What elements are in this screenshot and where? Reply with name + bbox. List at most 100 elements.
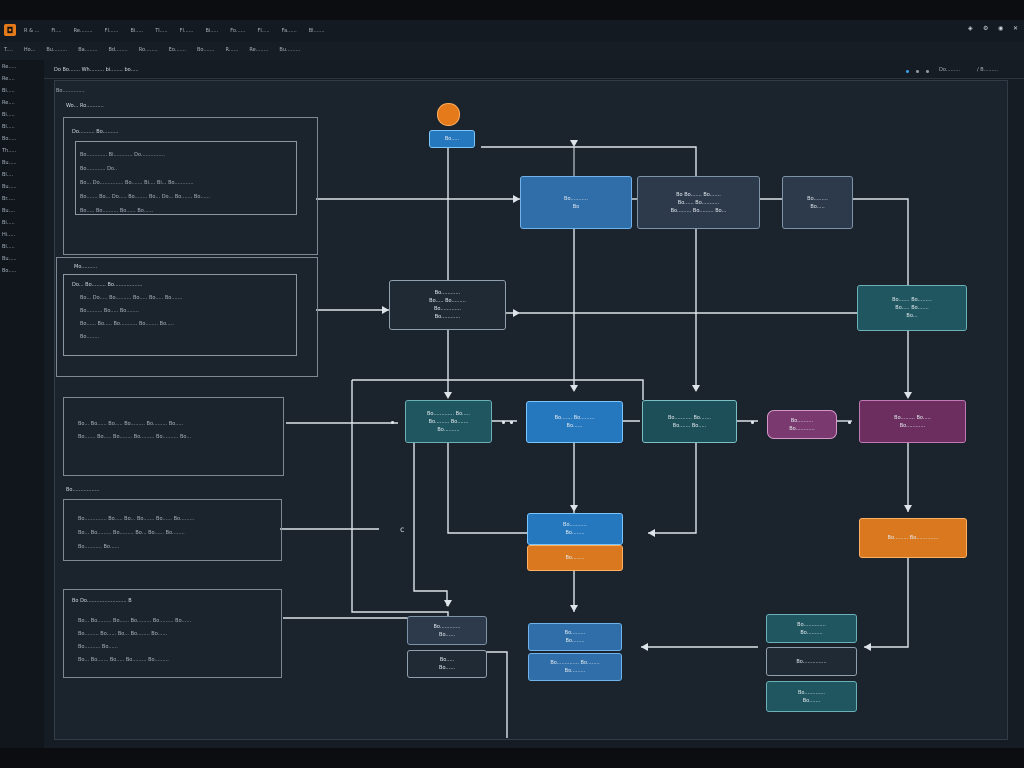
menu-item[interactable]: Bl....... xyxy=(309,28,325,34)
connector-dot xyxy=(848,421,851,424)
node-label: Bo........ xyxy=(565,555,585,561)
sidebar-item[interactable]: Bo..... xyxy=(2,268,17,274)
process-node[interactable]: Bo........... Bo....... Bo....... Bo....… xyxy=(642,400,737,443)
tab[interactable]: T.... xyxy=(4,47,13,53)
process-node[interactable]: Bo.............. Bo........ Bo......... xyxy=(528,653,622,681)
process-node[interactable]: Bo Bo....... Bo....... Bo...... Bo......… xyxy=(637,176,760,229)
process-node[interactable]: Bo..... Bo...... xyxy=(407,650,487,678)
node-label: Bo.......... xyxy=(437,426,460,433)
sidebar-item[interactable]: Bl..... xyxy=(2,124,17,130)
group-label: Do.......... Bo.......... xyxy=(72,129,119,135)
menu-item[interactable]: Fa...... xyxy=(282,28,297,34)
process-node[interactable]: Bo............. Bo...... xyxy=(407,616,487,645)
sidebar-item[interactable]: Bu..... xyxy=(2,184,17,190)
sidebar-item[interactable]: Bu..... xyxy=(2,256,17,262)
tab[interactable]: Bu......... xyxy=(46,47,67,53)
shield-icon[interactable]: ◈ xyxy=(968,26,974,32)
tab[interactable]: Eo....... xyxy=(169,47,186,53)
list-item: Bo.......... Bo..... Bo........ xyxy=(80,308,139,314)
list-item: Bo... Bo......... Bo......... Bo... Bo..… xyxy=(78,530,185,536)
tab[interactable]: R...... xyxy=(226,47,239,53)
group-label: Bo Do......................... B xyxy=(72,598,132,604)
menu-item[interactable]: Tl..... xyxy=(155,28,167,34)
node-label: Bo............. xyxy=(433,306,462,312)
tab[interactable]: Bu......... xyxy=(279,47,300,53)
node-label: Bo xyxy=(572,203,580,210)
node-label: Bo.............. Bo........ xyxy=(550,660,600,666)
tab[interactable]: Bd........ xyxy=(108,47,127,53)
start-node[interactable]: Bo..... xyxy=(429,130,475,148)
sidebar-item[interactable]: Re.... xyxy=(2,76,17,82)
menu-item[interactable]: R & ... xyxy=(24,28,39,34)
panel-right-label[interactable]: Do......... xyxy=(939,67,960,73)
end-node[interactable]: Bo......... Bo.............. xyxy=(859,518,967,558)
menu-item[interactable]: Fi.... xyxy=(51,28,61,34)
sidebar-item[interactable]: Re.... xyxy=(2,100,17,106)
sidebar-item[interactable]: Th..... xyxy=(2,148,17,154)
node-label: Bo.......... xyxy=(790,417,814,424)
settings-icon[interactable]: ⚙ xyxy=(983,26,989,32)
process-node[interactable]: Bo............. Bo....... xyxy=(766,681,857,712)
node-label: Bo......... Bo.............. xyxy=(887,535,939,541)
tab[interactable]: Re........ xyxy=(249,47,268,53)
sidebar-item[interactable]: Bu.... xyxy=(2,208,17,214)
status-dot-icon xyxy=(916,70,919,73)
panel-right-label[interactable]: / B......... xyxy=(977,67,998,73)
node-label: Bo............. xyxy=(433,623,461,630)
node-label: Bo...... xyxy=(439,631,455,638)
close-icon[interactable]: ✕ xyxy=(1013,26,1019,32)
menu-item[interactable]: Fl...... xyxy=(105,28,119,34)
start-node-icon[interactable] xyxy=(437,103,460,126)
process-node[interactable]: Bo......... Bo..... Bo............ xyxy=(859,400,966,443)
sidebar-item[interactable]: Bl.... xyxy=(2,172,17,178)
status-dot-icon xyxy=(906,70,909,73)
menu-item[interactable]: Bi..... xyxy=(130,28,143,34)
menu-item[interactable]: Fo...... xyxy=(230,28,245,34)
sidebar-item[interactable]: Hi..... xyxy=(2,232,17,238)
process-node[interactable]: Bo......... Bo..... xyxy=(782,176,853,229)
process-node[interactable]: Bo......... Bo........ xyxy=(528,623,622,651)
menu-item[interactable]: Fl..... xyxy=(257,28,269,34)
tab[interactable]: Ro........ xyxy=(139,47,158,53)
tab[interactable]: Ho... xyxy=(24,47,36,53)
sidebar-item[interactable]: Bl..... xyxy=(2,244,17,250)
list-item: Bo........ xyxy=(80,334,100,340)
node-label: Bo............. Bo..... xyxy=(426,410,470,417)
tab[interactable]: Ba........ xyxy=(78,47,97,53)
sidebar-item[interactable]: Bi..... xyxy=(2,88,17,94)
sidebar-item[interactable]: Bo..... xyxy=(2,136,17,142)
description-list: Bo... Bo......... Bo...... Bo......... B… xyxy=(78,618,191,663)
process-node[interactable]: Bo............. Bo..... Bo......... Bo..… xyxy=(405,400,492,443)
process-node[interactable]: Bo........... Bo........ xyxy=(527,513,623,545)
list-item: Bo... Bo...... Bo..... Bo......... Bo...… xyxy=(78,421,184,427)
sidebar-item[interactable]: Br..... xyxy=(2,196,17,202)
process-node[interactable]: Bo............ Bo..... Bo......... Bo...… xyxy=(389,280,506,330)
tab[interactable]: Bo....... xyxy=(197,47,215,53)
menu-item[interactable]: Bi..... xyxy=(205,28,218,34)
process-node[interactable]: Bo....... Bo......... Bo..... Bo....... … xyxy=(857,285,967,331)
process-node[interactable]: Bo....... Bo......... Bo...... xyxy=(526,401,623,443)
process-node[interactable]: Bo............... xyxy=(766,647,857,676)
group-heading: Mo.......... xyxy=(74,264,98,270)
app-logo-icon[interactable]: ◘ xyxy=(4,24,16,36)
list-item: Bo... Bo......... Bo...... Bo......... B… xyxy=(78,618,192,624)
sidebar-item[interactable]: Bi..... xyxy=(2,112,17,118)
user-icon[interactable]: ◉ xyxy=(998,26,1004,32)
list-item: Bo....... Bo..... Bo........ Bo.........… xyxy=(78,434,192,440)
decision-node[interactable]: Bo.......... Bo............ xyxy=(767,410,837,439)
sidebar-item[interactable]: Bi..... xyxy=(2,220,17,226)
process-node[interactable]: Bo........... Bo xyxy=(520,176,632,229)
process-node[interactable]: Bo........ xyxy=(527,545,623,571)
sidebar-item[interactable]: Re..... xyxy=(2,64,17,70)
connector-dot xyxy=(502,421,505,424)
menu-item[interactable]: Fl...... xyxy=(180,28,194,34)
list-item: Bo.......... Bo...... xyxy=(78,644,118,650)
panel-title: Do Bo....... Wh......... bi........ bo..… xyxy=(54,67,139,73)
menu-item[interactable]: Re........ xyxy=(74,28,93,34)
node-label: Bo........... Bo....... xyxy=(667,414,711,421)
group-heading: Bo................. xyxy=(66,487,100,493)
list-item: Bo........... Bo...... xyxy=(78,544,120,550)
node-label: Bo......... xyxy=(564,668,586,674)
process-node[interactable]: Bo.............. Bo.......... xyxy=(766,614,857,643)
sidebar-item[interactable]: Bu..... xyxy=(2,160,17,166)
